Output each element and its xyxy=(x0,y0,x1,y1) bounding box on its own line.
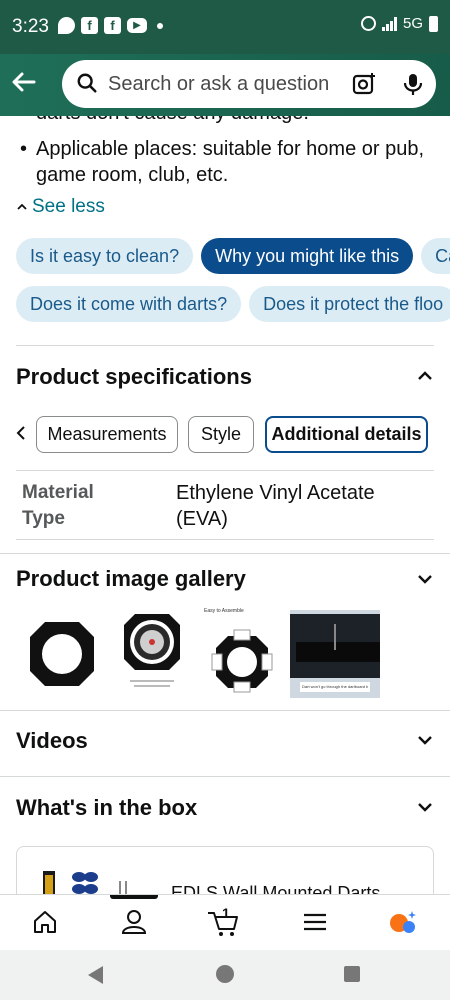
gallery-thumbnail[interactable]: Easy to Assemble xyxy=(198,608,286,698)
menu-icon[interactable] xyxy=(300,907,330,937)
back-arrow-icon[interactable] xyxy=(8,66,40,98)
thumbnail-caption: Dart won't go through the dartboard back… xyxy=(302,684,368,689)
divider xyxy=(16,539,434,540)
box-item-image xyxy=(43,871,127,894)
chevron-left-icon[interactable] xyxy=(14,424,28,442)
battery-icon xyxy=(429,15,438,32)
description-bullet: Applicable places: suitable for home or … xyxy=(20,136,430,188)
tab-additional-details[interactable]: Additional details xyxy=(265,416,428,453)
section-divider xyxy=(0,710,450,711)
see-less-link[interactable]: See less xyxy=(16,196,105,218)
camera-lens-icon[interactable] xyxy=(352,72,376,96)
search-bar[interactable]: Search or ask a question xyxy=(62,60,436,108)
question-chip[interactable]: Does it protect the floo xyxy=(249,286,450,322)
home-icon[interactable] xyxy=(30,907,60,937)
spec-key: Material Type xyxy=(22,482,94,529)
notification-icons: f f ▶ xyxy=(58,17,163,34)
active-tab-indicator xyxy=(110,895,158,899)
microphone-icon[interactable] xyxy=(402,72,424,96)
chevron-down-icon[interactable] xyxy=(416,798,434,816)
divider xyxy=(16,345,434,346)
thumbnail-caption: Easy to Assemble xyxy=(204,608,244,614)
cart-count: 1 xyxy=(222,905,230,921)
dot-icon xyxy=(157,22,163,29)
caret-up-icon xyxy=(17,203,27,210)
youtube-icon: ▶ xyxy=(127,18,147,33)
gallery-title[interactable]: Product image gallery xyxy=(16,566,246,592)
question-chip[interactable]: Does it come with darts? xyxy=(16,286,242,322)
product-content[interactable]: darts don't cause any damage. Applicable… xyxy=(0,116,450,894)
spec-value: Ethylene Vinyl Acetate (EVA) xyxy=(176,482,375,530)
tab-measurements[interactable]: Measurements xyxy=(36,416,178,453)
section-divider xyxy=(0,553,450,554)
chevron-down-icon[interactable] xyxy=(416,570,434,588)
bottom-nav: 1 xyxy=(0,894,450,950)
chevron-up-icon[interactable] xyxy=(416,367,434,385)
signal-icon xyxy=(381,16,397,31)
cart-button[interactable]: 1 xyxy=(206,905,240,937)
tab-style[interactable]: Style xyxy=(188,416,254,453)
videos-title[interactable]: Videos xyxy=(16,728,88,754)
facebook-icon: f xyxy=(81,17,98,34)
section-divider xyxy=(0,776,450,777)
system-home-icon[interactable] xyxy=(216,965,234,983)
status-bar: 3:23 f f ▶ 5G xyxy=(0,0,450,54)
alarm-icon xyxy=(360,16,376,31)
system-recents-icon[interactable] xyxy=(344,966,360,982)
question-chip-active[interactable]: Why you might like this xyxy=(201,238,414,274)
app-header: Search or ask a question xyxy=(0,54,450,116)
question-chips-row-2: Does it come with darts? Does it protect… xyxy=(16,286,450,322)
see-less-label: See less xyxy=(32,196,105,217)
question-chips-row-1: Is it easy to clean? Why you might like … xyxy=(16,238,450,274)
chat-icon xyxy=(58,17,75,34)
specs-title[interactable]: Product specifications xyxy=(16,364,252,390)
search-icon xyxy=(77,73,97,93)
box-item-card[interactable]: EDLS Wall Mounted Darts xyxy=(16,846,434,894)
description-text: darts don't cause any damage. xyxy=(36,116,309,125)
divider xyxy=(16,470,434,471)
status-time: 3:23 xyxy=(12,16,49,37)
question-chip[interactable]: Is it easy to clean? xyxy=(16,238,194,274)
box-item-title: EDLS Wall Mounted Darts xyxy=(171,883,381,894)
account-icon[interactable] xyxy=(119,907,149,937)
status-right: 5G xyxy=(360,15,438,32)
gallery-thumbnail[interactable] xyxy=(108,610,196,698)
box-title[interactable]: What's in the box xyxy=(16,795,197,821)
search-input[interactable]: Search or ask a question xyxy=(108,73,329,96)
gallery-thumbnail[interactable] xyxy=(18,610,106,698)
rufus-ai-icon[interactable] xyxy=(388,907,418,937)
facebook-icon: f xyxy=(104,17,121,34)
chevron-down-icon[interactable] xyxy=(416,731,434,749)
question-chip[interactable]: Ca xyxy=(421,238,450,274)
system-nav-bar xyxy=(0,950,450,1000)
system-back-icon[interactable] xyxy=(88,966,103,984)
network-label: 5G xyxy=(402,15,423,32)
gallery-thumbnail[interactable]: Dart won't go through the dartboard back… xyxy=(290,610,380,698)
